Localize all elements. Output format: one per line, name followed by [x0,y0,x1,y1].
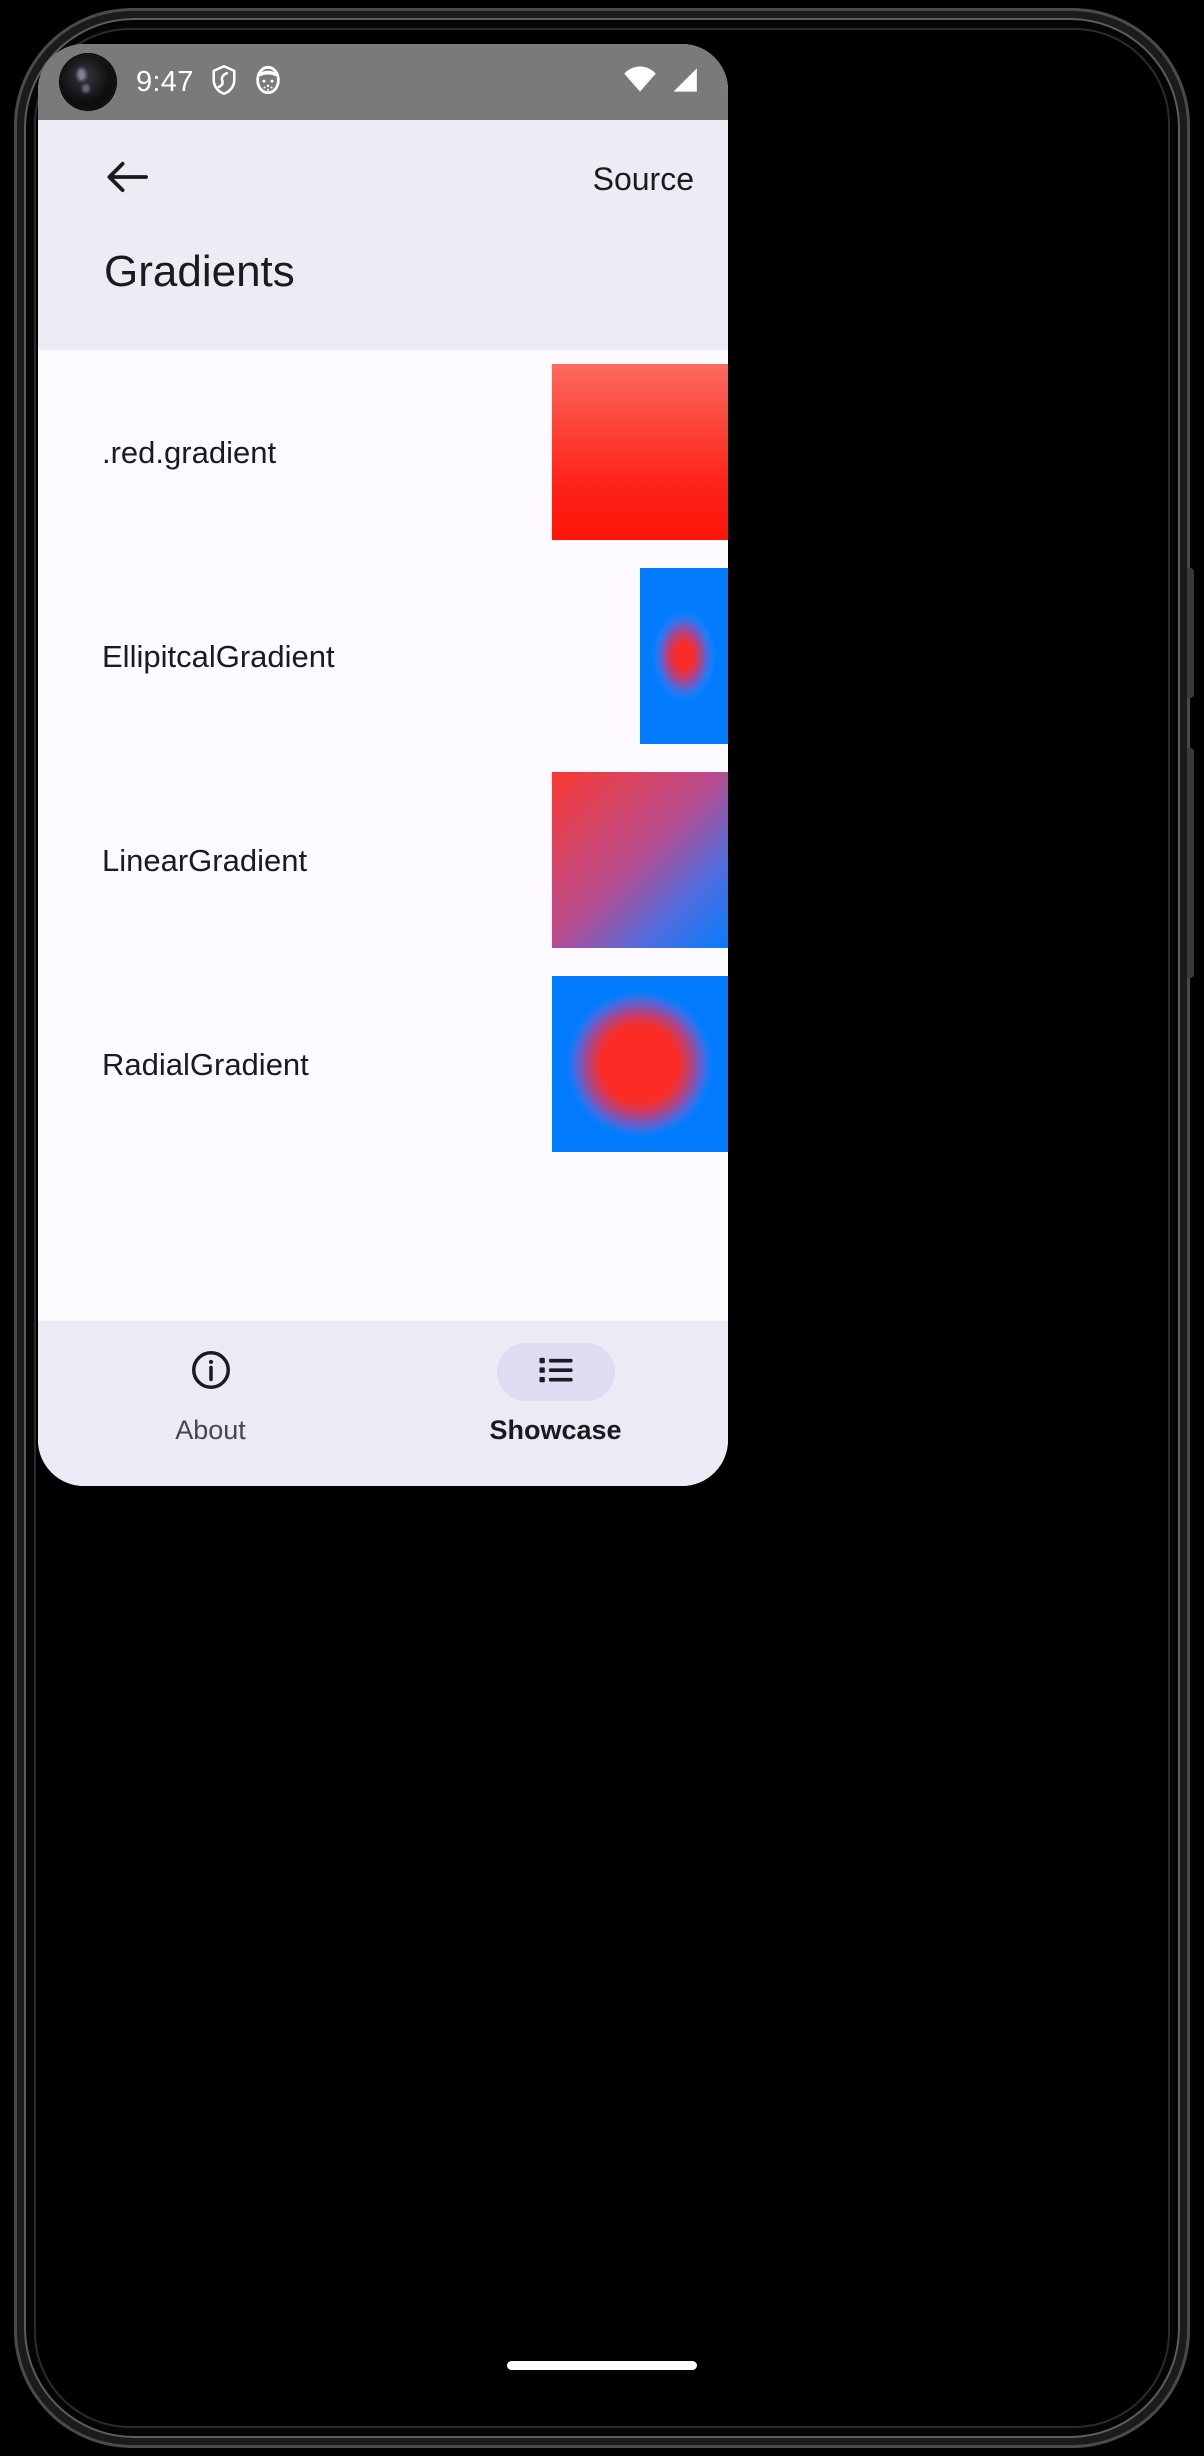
list-item[interactable]: EllipitcalGradient [38,554,728,758]
radial-gradient-swatch [552,976,728,1152]
phone-screen: 9:47 Source Gradients .red.gradient Elli… [38,44,728,1486]
page-title: Gradients [104,247,295,296]
home-indicator[interactable] [507,2361,697,2370]
list-item[interactable]: RadialGradient [38,962,728,1166]
status-bar: 9:47 [38,44,728,120]
swatch-container [552,758,728,962]
linear-gradient-swatch [552,772,728,948]
source-button[interactable]: Source [589,155,698,204]
red-gradient-swatch [552,364,728,540]
elliptical-gradient-swatch [640,568,728,744]
bottom-navigation-bar: About Showcase [38,1321,728,1486]
nav-label-about: About [175,1415,246,1445]
cellular-signal-icon [668,66,700,99]
info-circle-icon [189,1348,233,1397]
nav-pill-about [152,1343,270,1401]
nav-item-showcase[interactable]: Showcase [383,1343,728,1446]
status-bar-left-group: 9:47 [136,64,282,101]
app-bar: Source Gradients [38,120,728,350]
volume-button[interactable] [1187,748,1194,978]
shield-icon [210,64,238,101]
list-item[interactable]: .red.gradient [38,350,728,554]
app-bar-spacer [38,294,728,350]
status-bar-right-group [622,65,700,99]
swatch-container [552,962,728,1166]
back-button[interactable] [100,152,154,206]
arrow-left-icon [105,159,149,200]
nav-label-showcase: Showcase [489,1415,622,1445]
nav-pill-showcase [496,1343,615,1401]
list-item-label: .red.gradient [102,434,277,470]
front-camera-icon [60,54,116,110]
list-item-label: LinearGradient [102,842,308,878]
nav-item-about[interactable]: About [38,1343,383,1446]
swatch-container [552,350,728,554]
list-item-label: RadialGradient [102,1046,309,1082]
app-bar-top-row: Source [38,120,728,238]
list-item-label: EllipitcalGradient [102,638,335,674]
list-item[interactable]: LinearGradient [38,758,728,962]
swatch-container [640,554,728,758]
cat-face-icon [254,65,282,100]
gradient-list[interactable]: .red.gradient EllipitcalGradient LinearG… [38,350,728,1377]
power-button[interactable] [1187,568,1194,698]
wifi-icon [622,65,658,99]
status-clock: 9:47 [136,65,194,98]
list-bullet-icon [534,1348,578,1397]
